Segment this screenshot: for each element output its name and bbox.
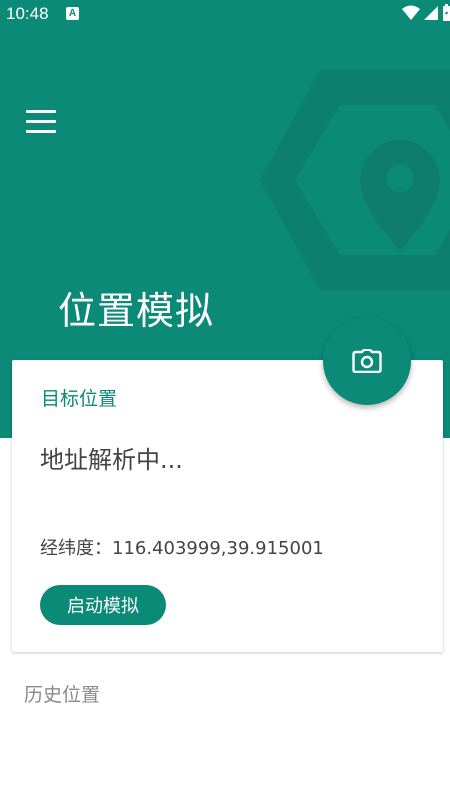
status-icons bbox=[402, 4, 450, 21]
status-bar: 10:48 A bbox=[0, 0, 450, 28]
target-location-label: 目标位置 bbox=[41, 388, 118, 410]
menu-button[interactable] bbox=[18, 98, 64, 144]
target-location-card: 目标位置 地址解析中... 经纬度：116.403999,39.915001 启… bbox=[12, 360, 443, 652]
wifi-icon bbox=[402, 5, 420, 20]
camera-icon bbox=[352, 349, 382, 373]
notification-icon: A bbox=[66, 7, 79, 20]
start-simulation-button[interactable]: 启动模拟 bbox=[40, 585, 166, 625]
page-title: 位置模拟 bbox=[58, 289, 215, 333]
address-text: 地址解析中... bbox=[40, 446, 183, 474]
coordinates-text: 经纬度：116.403999,39.915001 bbox=[40, 538, 324, 559]
hamburger-menu-icon bbox=[26, 109, 56, 113]
battery-icon bbox=[443, 4, 450, 21]
signal-icon bbox=[424, 5, 438, 20]
status-time: 10:48 bbox=[6, 4, 49, 23]
history-location-label: 历史位置 bbox=[24, 684, 101, 706]
map-pin-icon bbox=[260, 70, 450, 290]
camera-button[interactable] bbox=[323, 317, 411, 405]
